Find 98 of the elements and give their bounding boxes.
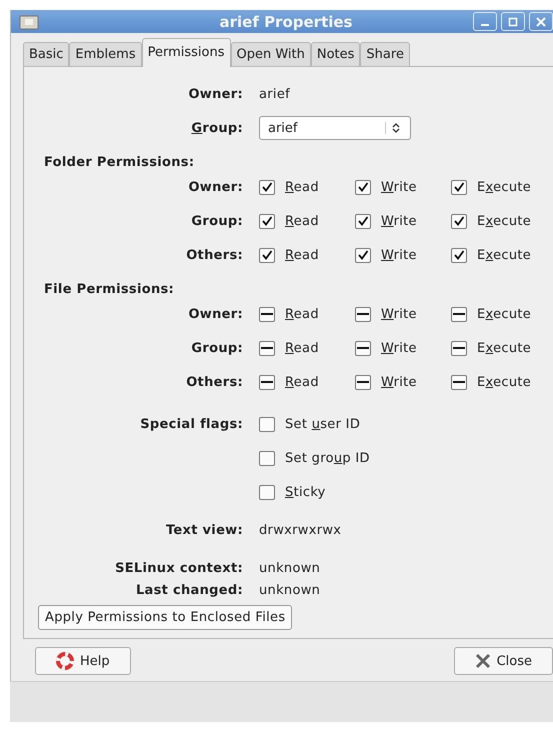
checkbox-label[interactable]: Read — [285, 374, 319, 390]
checkbox-label[interactable]: Set user ID — [285, 416, 360, 432]
checkbox-label[interactable]: Read — [285, 214, 319, 228]
dash-icon — [453, 313, 465, 315]
checkbox[interactable] — [355, 214, 371, 228]
window-title: arief Properties — [219, 12, 352, 30]
checkbox-label[interactable]: Write — [381, 248, 417, 262]
checkbox[interactable] — [355, 340, 371, 356]
row-label: Group: — [190, 340, 244, 356]
checkbox[interactable] — [259, 180, 275, 194]
checkbox-label[interactable]: Sticky — [285, 484, 326, 500]
maximize-icon — [508, 16, 518, 26]
checkbox-label[interactable]: Execute — [477, 180, 532, 194]
close-icon — [536, 16, 546, 26]
checkbox-label[interactable]: Write — [381, 340, 417, 356]
checkbox-label[interactable]: Read — [285, 340, 319, 356]
checkbox[interactable] — [451, 214, 467, 228]
checkbox-label[interactable]: Read — [285, 306, 319, 322]
checkbox[interactable] — [259, 214, 275, 228]
checkmark-icon — [453, 249, 465, 261]
checkbox-label[interactable]: Write — [381, 214, 417, 228]
checkbox[interactable] — [259, 416, 275, 432]
dash-icon — [453, 347, 465, 349]
dash-icon — [453, 381, 465, 383]
dash-icon — [357, 347, 369, 349]
checkbox-label[interactable]: Execute — [477, 340, 532, 356]
checkbox[interactable] — [259, 248, 275, 262]
checkbox[interactable] — [259, 450, 275, 466]
checkbox[interactable] — [259, 484, 275, 500]
checkbox[interactable] — [451, 340, 467, 356]
tab[interactable]: Open With — [230, 42, 311, 66]
checkbox[interactable] — [355, 180, 371, 194]
checkbox[interactable] — [259, 340, 275, 356]
minimize-icon — [481, 24, 489, 26]
spinner-arrows-icon — [385, 122, 400, 134]
checkmark-icon — [453, 215, 465, 227]
checkbox[interactable] — [451, 180, 467, 194]
field-label: Special flags: — [140, 416, 243, 432]
checkbox-label[interactable]: Execute — [477, 306, 532, 322]
checkbox-label[interactable]: Execute — [477, 374, 532, 390]
checkmark-icon — [261, 181, 273, 193]
checkbox-label[interactable]: Execute — [477, 248, 532, 262]
tab[interactable]: Basic — [23, 42, 70, 66]
apply-button[interactable]: Apply Permissions to Enclosed Files — [38, 605, 292, 630]
checkbox[interactable] — [259, 306, 275, 322]
checkbox[interactable] — [355, 248, 371, 262]
owner-value: arief — [259, 86, 290, 102]
field-label: Last changed: — [134, 582, 244, 598]
row-label: Group: — [190, 214, 244, 228]
field-label: Text view: — [164, 522, 244, 538]
close-icon — [474, 653, 491, 669]
checkbox-label[interactable]: Execute — [477, 214, 532, 228]
row-label: Owner: — [187, 180, 244, 194]
field-label: Owner: — [187, 86, 244, 102]
field-label: Group: — [190, 120, 244, 136]
field-label: SELinux context: — [114, 560, 244, 576]
row-label: Owner: — [187, 306, 244, 322]
checkmark-icon — [261, 249, 273, 261]
section-heading: File Permissions: — [44, 282, 176, 297]
checkmark-icon — [357, 215, 369, 227]
maximize-button[interactable] — [501, 12, 525, 31]
checkbox-label[interactable]: Write — [381, 180, 417, 194]
lifebuoy-icon — [56, 652, 74, 670]
help-button[interactable]: Help — [35, 647, 131, 675]
tab[interactable]: Notes — [310, 42, 360, 66]
checkmark-icon — [357, 249, 369, 261]
checkbox[interactable] — [451, 374, 467, 390]
dash-icon — [261, 381, 273, 383]
row-label: Others: — [185, 248, 244, 262]
dash-icon — [357, 313, 369, 315]
dash-icon — [261, 347, 273, 349]
info-value: unknown — [259, 582, 320, 598]
section-heading: Folder Permissions: — [44, 155, 196, 170]
checkmark-icon — [357, 181, 369, 193]
checkbox[interactable] — [355, 374, 371, 390]
checkbox[interactable] — [451, 248, 467, 262]
dash-icon — [357, 381, 369, 383]
tab[interactable]: Emblems — [69, 42, 142, 66]
group-dropdown[interactable]: arief — [259, 116, 411, 140]
info-value: unknown — [259, 560, 320, 576]
checkbox-label[interactable]: Write — [381, 374, 417, 390]
tab[interactable]: Permissions — [142, 38, 230, 67]
checkbox-label[interactable]: Write — [381, 306, 417, 322]
text-view-value: drwxrwxrwx — [259, 522, 342, 538]
row-label: Others: — [185, 374, 244, 390]
minimize-button[interactable] — [473, 12, 497, 31]
checkbox-label[interactable]: Set group ID — [285, 450, 370, 466]
checkbox-label[interactable]: Read — [285, 180, 319, 194]
checkmark-icon — [261, 215, 273, 227]
checkbox[interactable] — [451, 306, 467, 322]
checkbox[interactable] — [355, 306, 371, 322]
checkmark-icon — [453, 181, 465, 193]
checkbox-label[interactable]: Read — [285, 248, 319, 262]
close-button[interactable]: Close — [454, 647, 553, 675]
tab[interactable]: Share — [360, 42, 410, 66]
checkbox[interactable] — [259, 374, 275, 390]
dash-icon — [261, 313, 273, 315]
close-button[interactable] — [529, 12, 553, 31]
